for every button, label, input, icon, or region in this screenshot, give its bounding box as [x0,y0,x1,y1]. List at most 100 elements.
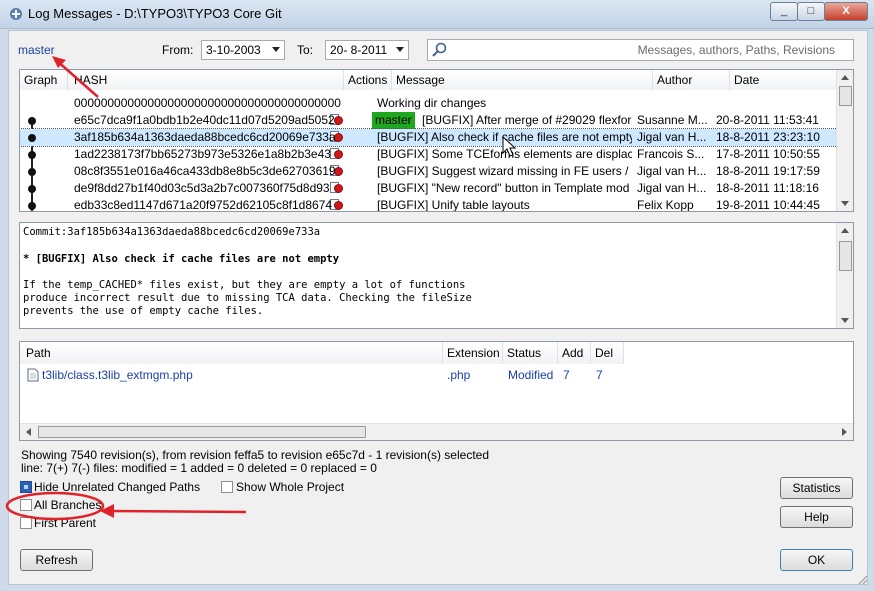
col-add[interactable]: Add [558,342,591,364]
from-date-value: 3-10-2003 [206,43,261,57]
window-title: Log Messages - D:\TYPO3\TYPO3 Core Git [28,6,282,21]
commit-message: [BUGFIX] Suggest wizard missing in FE us… [377,164,632,178]
commit-body-line: prevents the use of empty cache files. [23,305,264,317]
changed-files-list[interactable]: Path Extension Status Add Del t3lib/clas… [19,341,854,441]
mouse-cursor-icon [502,136,517,157]
commit-message: [BUGFIX] After merge of #29029 flexform … [422,113,632,127]
message-scrollbar[interactable] [836,223,853,328]
commit-date: 20-8-2011 11:53:41 [716,113,819,127]
refresh-button[interactable]: Refresh [20,549,93,571]
commit-body-line: If the temp_CACHED* files exist, but the… [23,279,466,291]
commit-hash: e65c7dca9f1a0bdb1b2e40dc11d07d5209ad5052 [74,113,335,127]
col-del[interactable]: Del [591,342,624,364]
commit-author: Jigal van H... [637,164,707,178]
log-row[interactable]: 1ad2238173f7bb65273b973e5326e1a8b2b3e43[… [20,146,839,163]
commit-author: Susanne M... [637,113,708,127]
log-list[interactable]: Graph HASH Actions Message Author Date 0… [19,69,854,212]
col-message[interactable]: Message [392,70,653,90]
resize-grip-icon[interactable] [856,573,868,585]
commit-hash: 1ad2238173f7bb65273b973e5326e1a8b2b3e43 [74,147,331,161]
commit-author: Jigal van H... [637,130,707,144]
commit-hash: 3af185b634a1363daeda88bcedc6cd20069e733a [74,130,336,144]
file-status: Modified [508,368,554,382]
minimize-button[interactable]: _ [770,2,798,21]
commit-date: 18-8-2011 11:18:16 [716,181,819,195]
log-row[interactable]: de9f8dd27b1f40d03c5d3a2b7c007360f75d8d93… [20,180,839,197]
commit-author: Felix Kopp [637,198,694,212]
statistics-button[interactable]: Statistics [780,477,853,499]
log-row[interactable]: e65c7dca9f1a0bdb1b2e40dc11d07d5209ad5052… [20,112,839,129]
col-extension[interactable]: Extension [443,342,503,364]
log-row[interactable]: 08c8f3551e016a46ca433db8e8b5c3de62703619… [20,163,839,180]
to-label: To: [297,43,314,57]
col-hash[interactable]: HASH [68,70,344,90]
scroll-up-icon[interactable] [841,75,849,80]
log-row[interactable]: 0000000000000000000000000000000000000000… [20,95,839,112]
commit-message: [BUGFIX] Unify table layouts [377,198,530,212]
scroll-right-icon[interactable] [842,428,847,436]
commit-dot [28,168,36,176]
commit-dot [28,134,36,142]
branch-link[interactable]: master [18,43,55,57]
search-placeholder: Messages, authors, Paths, Revisions [637,43,835,57]
maximize-button[interactable]: □ [797,2,825,21]
commit-date: 18-8-2011 19:17:59 [716,164,820,178]
commit-hash-line: Commit:3af185b634a1363daeda88bcedc6cd200… [23,226,321,238]
title-bar: Log Messages - D:\TYPO3\TYPO3 Core Git _… [0,0,874,29]
scroll-left-icon[interactable] [26,428,31,436]
col-date[interactable]: Date [730,70,839,90]
commit-message-pane[interactable]: Commit:3af185b634a1363daeda88bcedc6cd200… [19,222,854,329]
to-date-value: 20- 8-2011 [330,43,388,57]
scroll-down-icon[interactable] [841,201,849,206]
scroll-thumb[interactable] [839,241,852,271]
close-button[interactable]: X [824,2,868,21]
col-path[interactable]: Path [20,342,443,364]
from-label: From: [162,43,194,57]
commit-date: 17-8-2011 10:50:55 [716,147,820,161]
scroll-thumb[interactable] [839,86,852,106]
checkbox-label: First Parent [34,516,97,530]
scroll-up-icon[interactable] [841,228,849,233]
file-add: 7 [563,368,570,382]
commit-date: 19-8-2011 10:44:45 [716,198,820,212]
commit-message: Working dir changes [377,96,487,110]
commit-author: Francois S... [637,147,705,161]
checkbox-label: Hide Unrelated Changed Paths [34,480,201,494]
commit-hash: 08c8f3551e016a46ca433db8e8b5c3de62703619 [74,164,336,178]
file-icon [27,368,39,382]
checkbox-label: Show Whole Project [236,480,345,494]
to-date-picker[interactable]: 20- 8-2011 [325,40,409,60]
scroll-down-icon[interactable] [841,318,849,323]
log-row[interactable]: edb33c8ed1147d671a20f9752d62105c8f1d8674… [20,197,839,212]
col-graph[interactable]: Graph [20,70,68,90]
commit-dot [28,185,36,193]
checkbox-box [20,481,32,493]
search-icon [432,42,447,57]
checkbox-box [221,481,233,493]
file-path: t3lib/class.t3lib_extmgm.php [42,368,193,382]
files-hscrollbar[interactable] [20,423,853,440]
checkbox-label: All Branches [34,498,102,512]
search-box[interactable]: Messages, authors, Paths, Revisions [427,39,854,61]
branch-tag: master [372,112,415,129]
chevron-down-icon [396,47,404,52]
checkbox-box [20,517,32,529]
commit-hash: 0000000000000000000000000000000000000000 [74,96,341,110]
col-status[interactable]: Status [503,342,558,364]
status-lines: line: 7(+) 7(-) files: modified = 1 adde… [21,461,377,475]
col-author[interactable]: Author [653,70,730,90]
log-scrollbar[interactable] [836,70,853,211]
commit-author: Jigal van H... [637,181,707,195]
ok-button[interactable]: OK [780,549,853,571]
scroll-thumb[interactable] [38,426,366,438]
commit-hash: de9f8dd27b1f40d03c5d3a2b7c007360f75d8d93 [74,181,330,195]
commit-hash: edb33c8ed1147d671a20f9752d62105c8f1d8674 [74,198,333,212]
commit-dot [28,202,36,210]
from-date-picker[interactable]: 3-10-2003 [201,40,285,60]
file-row[interactable]: t3lib/class.t3lib_extmgm.php .php Modifi… [20,367,640,384]
help-button[interactable]: Help [780,506,853,528]
commit-body-line: produce incorrect result due to missing … [23,292,472,304]
file-extension: .php [447,368,471,382]
log-row[interactable]: 3af185b634a1363daeda88bcedc6cd20069e733a… [20,128,840,147]
col-actions[interactable]: Actions [344,70,392,90]
